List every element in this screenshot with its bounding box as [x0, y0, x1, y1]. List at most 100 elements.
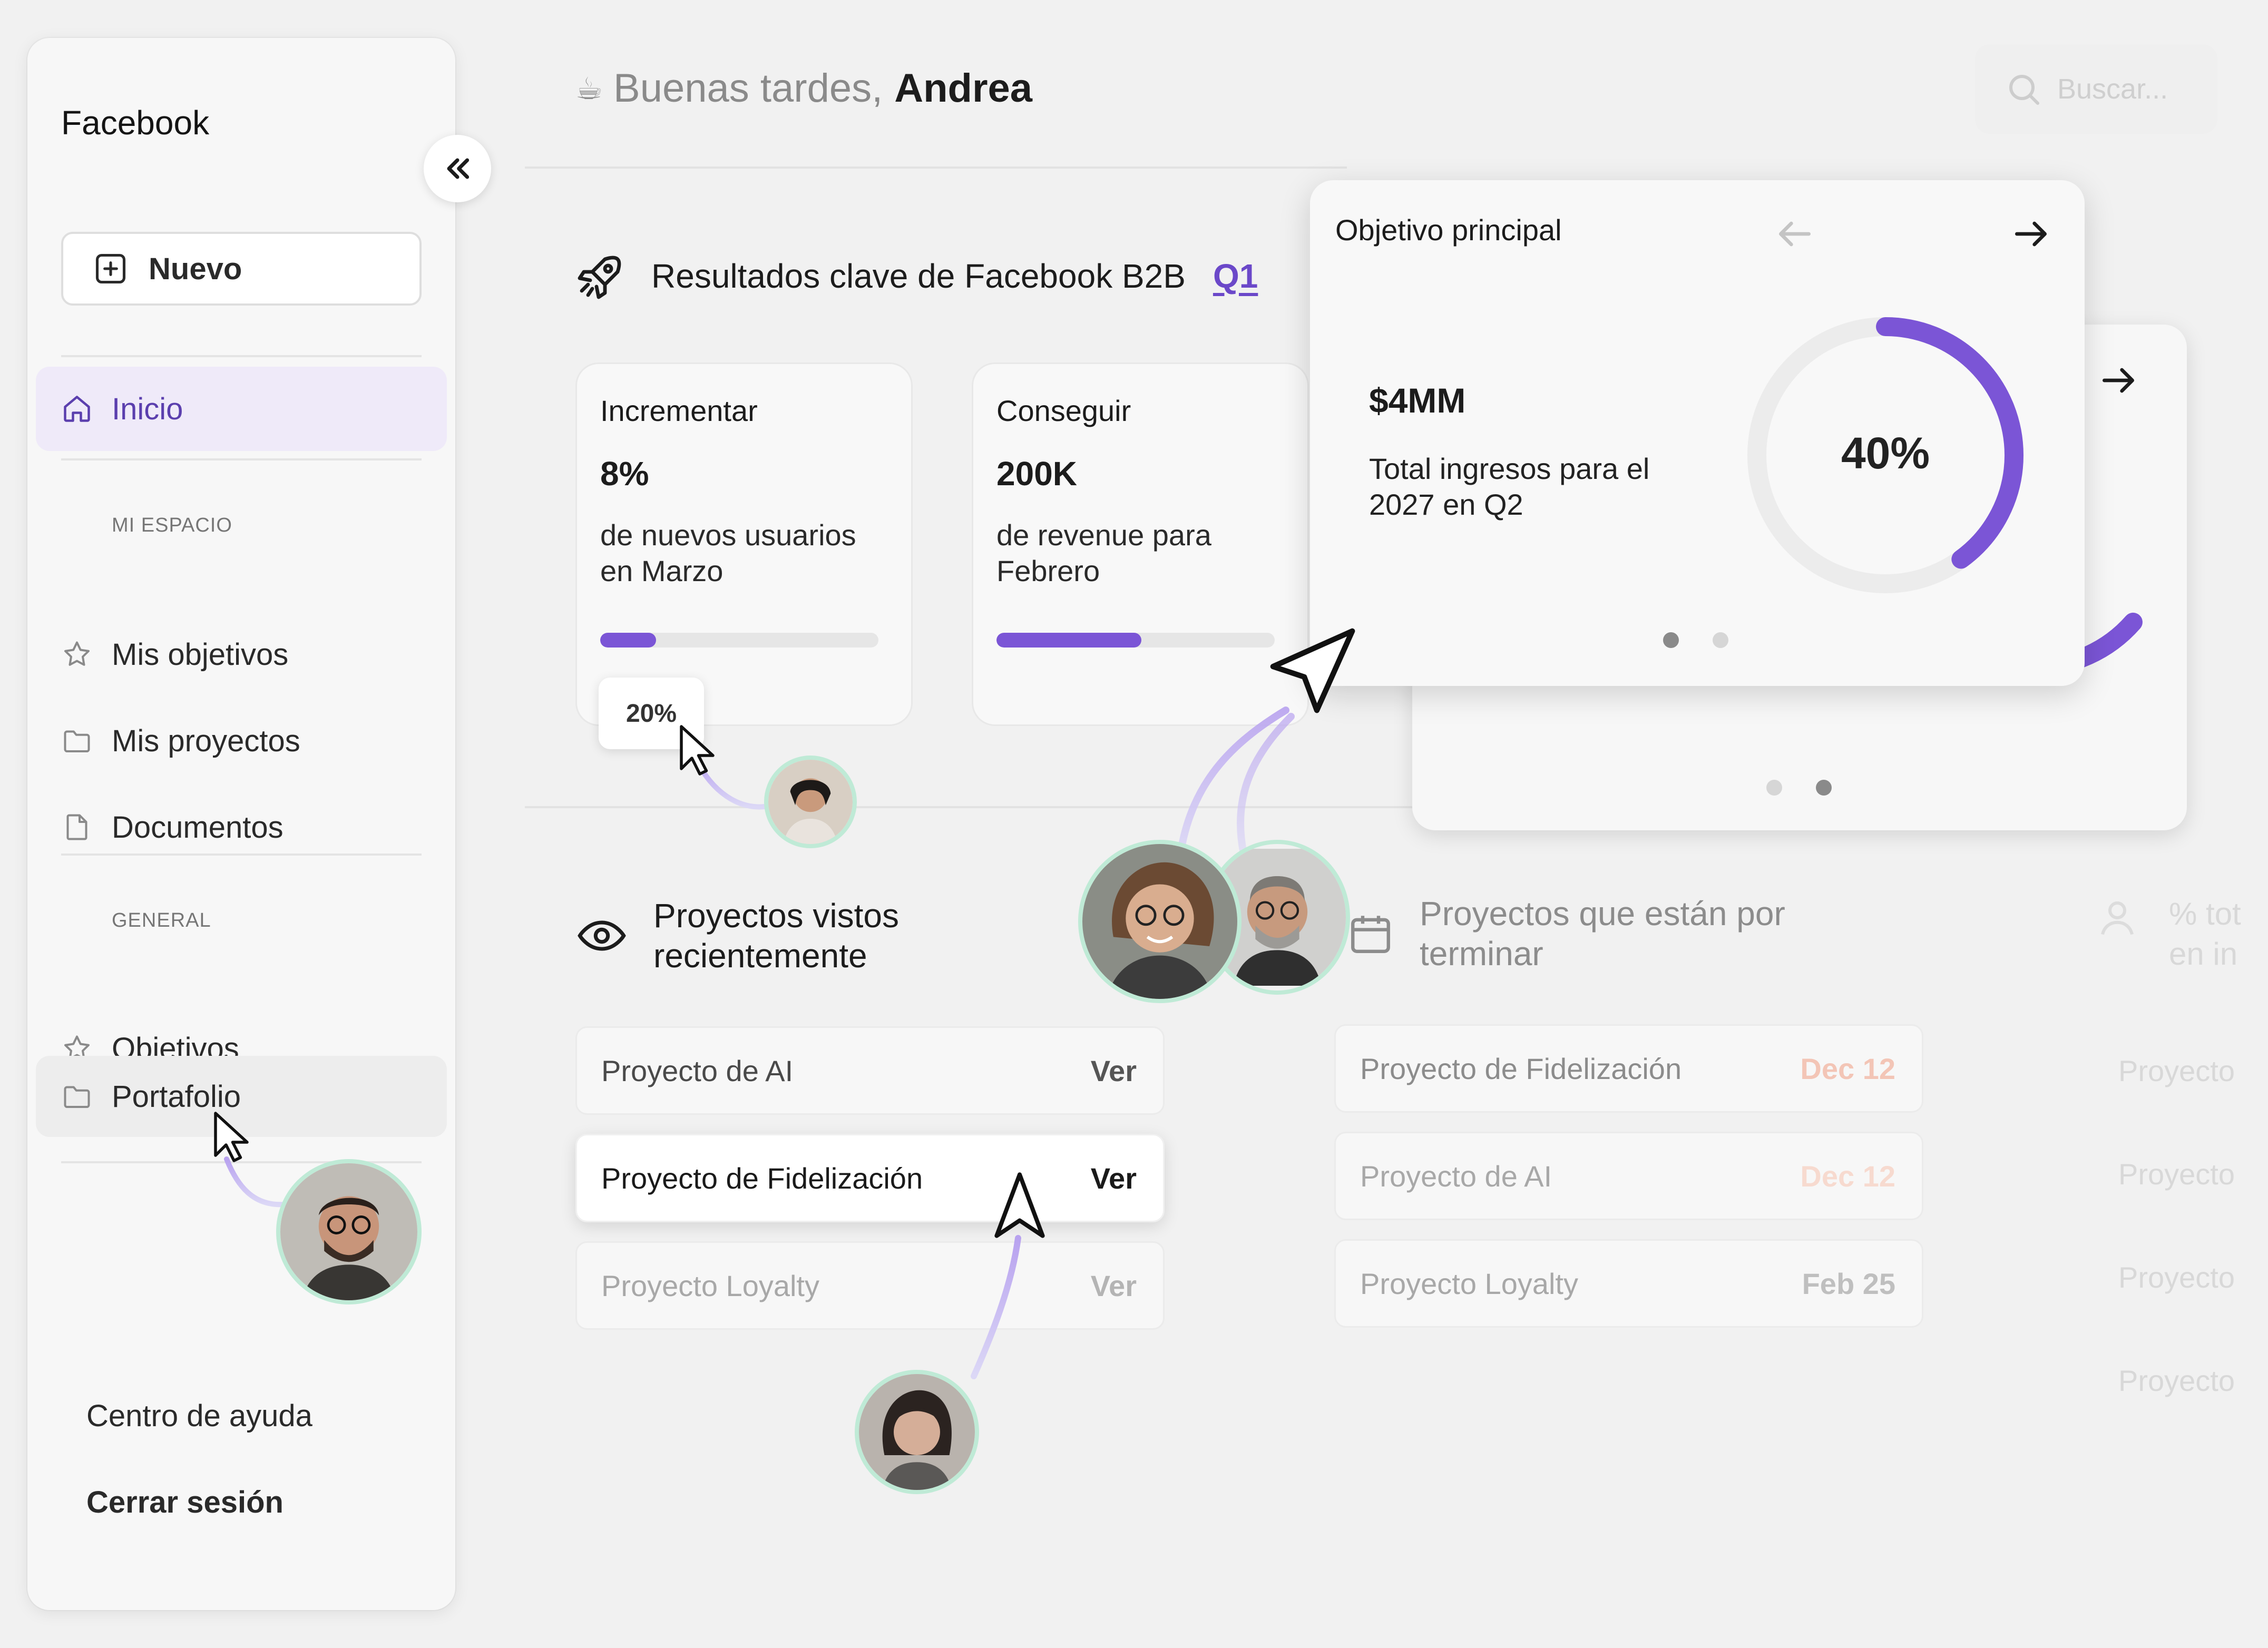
goal-percent: 40% [1841, 428, 1930, 478]
faded-project-row[interactable]: Proyecto [2118, 1363, 2235, 1398]
project-row[interactable]: Proyecto de Fidelización Dec 12 [1334, 1024, 1923, 1113]
project-row[interactable]: Proyecto de AI Ver [575, 1026, 1165, 1115]
main-goal-description: Total ingresos para el 2027 en Q2 [1369, 452, 1650, 521]
avatar [764, 756, 857, 848]
key-result-description: de nuevos usuarios en Marzo [600, 518, 856, 587]
collapse-sidebar-button[interactable] [424, 135, 491, 202]
key-result-value: 200K [996, 455, 1077, 493]
column-title-line: % tot [2169, 896, 2241, 931]
sidebar: Facebook Nuevo Inicio MI ESPACIO Mis obj… [27, 38, 455, 1610]
home-icon [64, 396, 90, 422]
arrow-left-icon[interactable] [1774, 213, 1816, 255]
greeting-text: Buenas tardes, [613, 66, 883, 111]
ending-projects-header: Proyectos que están por terminar [1347, 894, 1788, 974]
key-results-header: Resultados clave de Facebook B2B Q1 [575, 251, 1258, 301]
avatar [1078, 840, 1241, 1003]
avatar [276, 1159, 422, 1304]
progress-fill [600, 633, 656, 648]
project-name: Proyecto Loyalty [601, 1269, 819, 1302]
carousel-dot[interactable] [1766, 780, 1782, 796]
header-divider [525, 166, 1347, 169]
main-goal-title: Objetivo principal [1335, 213, 1562, 247]
search-input[interactable]: Buscar... [1975, 44, 2217, 134]
star-icon [64, 641, 90, 666]
view-link[interactable]: Ver [1091, 1054, 1137, 1088]
project-row[interactable]: Proyecto Loyalty Ver [575, 1241, 1165, 1330]
quarter-select[interactable]: Q1 [1213, 257, 1258, 296]
due-date: Feb 25 [1802, 1267, 1895, 1300]
sidebar-item-label: Portafolio [112, 1079, 241, 1114]
greeting: ☕ Buenas tardes, Andrea [575, 65, 1032, 111]
project-name: Proyecto de AI [1360, 1159, 1552, 1193]
section-divider [525, 806, 1421, 808]
sidebar-item-mis-proyectos[interactable]: Mis proyectos [36, 699, 447, 783]
user-icon [2101, 901, 2134, 935]
due-date: Dec 12 [1800, 1052, 1895, 1085]
logout-link[interactable]: Cerrar sesión [86, 1485, 284, 1520]
project-row[interactable]: Proyecto Loyalty Feb 25 [1334, 1239, 1923, 1328]
brand-name: Facebook [61, 104, 210, 142]
main-goal-value: $4MM [1369, 381, 1466, 420]
project-name: Proyecto de Fidelización [1360, 1052, 1682, 1085]
arrow-right-icon[interactable] [2010, 213, 2052, 255]
cursor-icon [214, 1112, 249, 1162]
project-row[interactable]: Proyecto de AI Dec 12 [1334, 1132, 1923, 1220]
progress-fill [996, 633, 1141, 648]
view-link[interactable]: Ver [1091, 1161, 1137, 1195]
ending-projects-title: Proyectos que están por terminar [1420, 895, 1785, 973]
new-button[interactable]: Nuevo [61, 232, 422, 306]
project-name: Proyecto de Fidelización [601, 1161, 923, 1195]
carousel-dot-active[interactable] [1663, 632, 1679, 648]
person-avatar-image [280, 1163, 417, 1300]
key-result-value: 8% [600, 455, 649, 493]
sidebar-item-label: Mis proyectos [112, 723, 300, 758]
faded-project-row[interactable]: Proyecto [2118, 1054, 2235, 1088]
key-result-description: de revenue para Febrero [996, 518, 1211, 587]
avatar [855, 1370, 979, 1494]
column-title-line: en in [2169, 936, 2238, 972]
view-link[interactable]: Ver [1091, 1269, 1137, 1303]
sidebar-item-documentos[interactable]: Documentos [36, 785, 447, 869]
project-name: Proyecto Loyalty [1360, 1267, 1578, 1300]
project-name: Proyecto de AI [601, 1054, 794, 1087]
coffee-icon: ☕ [575, 71, 603, 106]
sidebar-item-mis-objetivos[interactable]: Mis objetivos [36, 612, 447, 697]
section-label-my-space: MI ESPACIO [112, 514, 232, 536]
due-date: Dec 12 [1800, 1159, 1895, 1193]
cursor-icon [994, 1172, 1045, 1238]
plus-square-icon [95, 253, 126, 284]
main-goal-card[interactable]: Objetivo principal $4MM Total ingresos p… [1310, 180, 2085, 686]
key-results-title: Resultados clave de Facebook B2B [651, 257, 1186, 295]
sidebar-item-label: Documentos [112, 810, 284, 845]
sidebar-item-label: Mis objetivos [112, 637, 289, 672]
eye-icon [578, 920, 626, 951]
divider [61, 355, 422, 357]
rocket-icon [578, 256, 621, 299]
double-chevron-left-icon [447, 158, 470, 179]
faded-project-row[interactable]: Proyecto [2118, 1157, 2235, 1191]
search-icon [2009, 75, 2039, 105]
progress-bar [996, 633, 1275, 648]
key-result-card[interactable]: Conseguir 200K de revenue para Febrero [972, 362, 1309, 726]
key-result-card[interactable]: Incrementar 8% de nuevos usuarios en Mar… [575, 362, 913, 726]
help-center-link[interactable]: Centro de ayuda [86, 1398, 312, 1434]
cursor-icon [680, 725, 715, 776]
calendar-icon [1351, 916, 1390, 953]
carousel-dot-active[interactable] [1816, 780, 1832, 796]
cursor-icon [1270, 628, 1355, 713]
person-avatar-image [768, 760, 853, 844]
project-row[interactable]: Proyecto de Fidelización Ver [575, 1134, 1165, 1222]
section-label-general: GENERAL [112, 909, 211, 931]
new-button-label: Nuevo [149, 251, 242, 286]
faded-project-row[interactable]: Proyecto [2118, 1260, 2235, 1294]
sidebar-item-inicio[interactable]: Inicio [36, 367, 447, 451]
progress-bar [600, 633, 878, 648]
person-avatar-image [1082, 844, 1237, 999]
search-placeholder: Buscar... [2057, 73, 2168, 105]
file-icon [66, 814, 87, 840]
recent-projects-header: Proyectos vistos recientemente [575, 896, 991, 976]
folder-icon [64, 1086, 90, 1108]
carousel-dot[interactable] [1713, 632, 1728, 648]
sidebar-item-label: Inicio [112, 391, 183, 426]
person-avatar-image [859, 1374, 975, 1490]
